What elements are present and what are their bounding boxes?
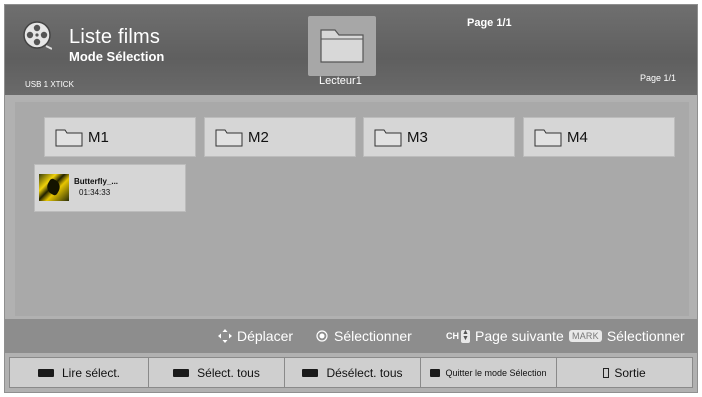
play-selected-button[interactable]: Lire sélect.	[9, 357, 149, 388]
exit-icon	[603, 367, 610, 378]
select-all-button[interactable]: Sélect. tous	[148, 357, 285, 388]
movie-list-window: Liste films Mode Sélection USB 1 XTICK L…	[4, 4, 698, 393]
folder-item[interactable]: M3	[363, 117, 515, 157]
folder-icon	[215, 129, 243, 147]
folder-label: M2	[248, 129, 269, 146]
quit-selection-mode-label: Quitter le mode Sélection	[445, 367, 547, 378]
key-hint-bar: Déplacer Sélectionner CH ▲ ▼ Page suivant…	[5, 319, 697, 353]
hint-next-page: CH ▲ ▼ Page suivante	[446, 328, 564, 344]
folder-item[interactable]: M4	[523, 117, 675, 157]
folder-label: M4	[567, 129, 588, 146]
file-name: Butterfly_...	[74, 177, 119, 186]
ch-updown-icon: ▲ ▼	[461, 328, 470, 343]
deselect-all-button[interactable]: Désélect. tous	[284, 357, 421, 388]
folder-item[interactable]: M1	[44, 117, 196, 157]
device-label: USB 1 XTICK	[25, 80, 74, 89]
deselect-all-label: Désélect. tous	[326, 365, 403, 380]
navigation-arrows-icon	[218, 329, 232, 343]
ch-key-label: CH	[446, 331, 459, 341]
page-indicator: Page 1/1	[640, 73, 677, 83]
movie-thumbnail	[39, 174, 69, 201]
drive-label: Lecteur1	[319, 75, 362, 87]
red-key-icon	[37, 368, 54, 377]
action-button-bar: Lire sélect. Sélect. tous Désélect. tous…	[9, 357, 693, 388]
folder-icon	[320, 29, 364, 63]
header: Liste films Mode Sélection USB 1 XTICK L…	[5, 5, 697, 95]
exit-label: Sortie	[614, 365, 646, 380]
ok-button-icon	[316, 330, 328, 342]
quit-selection-mode-button[interactable]: Quitter le mode Sélection	[420, 357, 557, 388]
file-duration: 01:34:33	[79, 188, 111, 197]
folder-icon	[534, 129, 562, 147]
blue-key-icon	[430, 368, 441, 377]
play-selected-label: Lire sélect.	[61, 365, 121, 380]
green-key-icon	[173, 368, 190, 377]
mark-key-icon: MARK	[569, 330, 602, 342]
folder-icon	[374, 129, 402, 147]
hint-next-page-label: Page suivante	[475, 328, 564, 344]
movie-file-item[interactable]: Butterfly_... 01:34:33	[34, 164, 186, 212]
hint-mark: MARK Sélectionner	[569, 328, 685, 344]
exit-button[interactable]: Sortie	[556, 357, 693, 388]
select-all-label: Sélect. tous	[197, 365, 260, 380]
hint-move: Déplacer	[217, 328, 293, 344]
mode-label: Mode Sélection	[69, 49, 165, 64]
folder-label: M1	[88, 129, 109, 146]
folder-item[interactable]: M2	[204, 117, 356, 157]
hint-mark-label: Sélectionner	[606, 328, 685, 344]
drive-folder-button[interactable]	[308, 16, 376, 76]
folder-icon	[55, 129, 83, 147]
folder-label: M3	[407, 129, 428, 146]
page-indicator-top: Page 1/1	[467, 17, 512, 29]
app-title: Liste films	[69, 26, 161, 48]
hint-select-label: Sélectionner	[334, 328, 412, 344]
film-reel-icon	[23, 21, 52, 50]
yellow-key-icon	[302, 368, 319, 377]
hint-select: Sélectionner	[316, 328, 412, 344]
hint-move-label: Déplacer	[237, 328, 294, 344]
